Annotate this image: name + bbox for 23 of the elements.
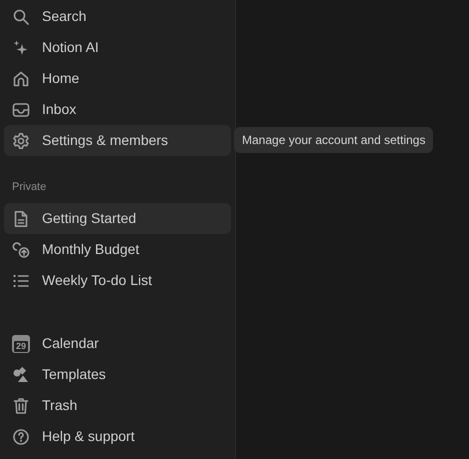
sidebar-item[interactable]: Inbox [4,94,231,125]
tooltip: Manage your account and settings [234,127,434,153]
sidebar-item[interactable]: Help & support [4,421,231,452]
sidebar-item[interactable]: 29 Calendar [4,328,231,359]
sidebar-item[interactable]: Weekly To-do List [4,265,231,296]
document-icon [12,210,30,228]
sidebar-item[interactable]: Monthly Budget [4,234,231,265]
sidebar-item[interactable]: Search [4,1,231,32]
search-icon [12,8,30,26]
sidebar-item[interactable]: Getting Started [4,203,231,234]
calendar-icon: 29 [12,334,30,352]
trash-icon [12,396,30,414]
sidebar-item[interactable]: Templates [4,359,231,390]
inbox-icon [12,100,30,118]
home-icon [12,70,30,88]
sidebar-item[interactable]: Settings & members [4,125,231,156]
shapes-icon [12,366,30,384]
sidebar-item[interactable]: Trash [4,390,231,421]
sidebar-item[interactable]: Home [4,63,231,94]
settings-icon [12,132,30,150]
section-heading: Private [12,180,46,195]
help-icon [12,428,30,446]
sidebar-item[interactable]: Notion AI [4,32,231,63]
